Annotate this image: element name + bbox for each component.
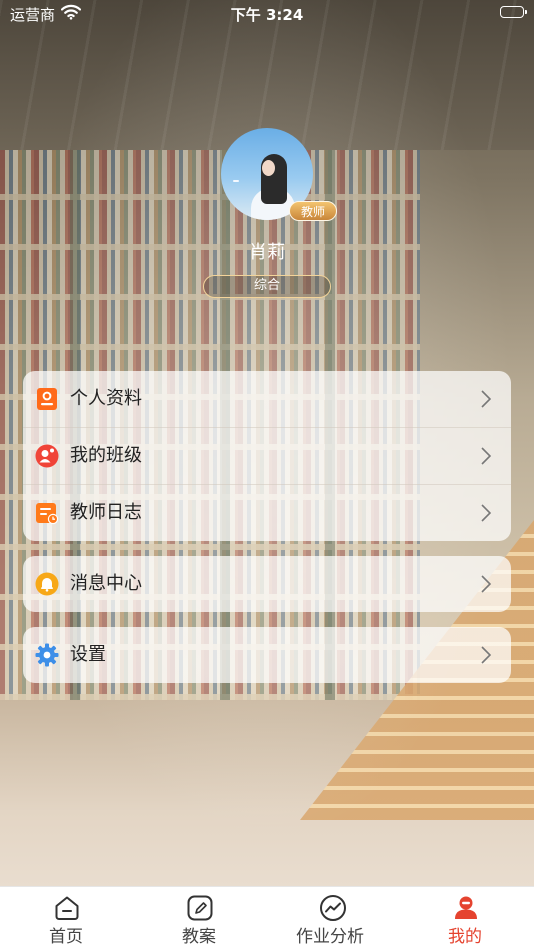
menu-item-settings[interactable]: 设置 [23,627,511,683]
profile-card-icon [35,387,59,411]
bell-icon [35,572,59,596]
menu-card-messages: 消息中心 [23,556,511,612]
home-icon [53,894,81,922]
chevron-right-icon [481,447,492,465]
menu-item-message-center[interactable]: 消息中心 [23,556,511,612]
role-badge: 教师 [289,201,337,221]
status-bar: 运营商 下午 3:24 [0,0,534,28]
tab-mine[interactable]: 我的 [400,887,534,951]
subject-tag: 综合 [203,275,331,298]
gear-icon [35,643,59,667]
menu-item-label: 我的班级 [70,445,142,466]
person-icon [452,894,480,922]
menu-item-label: 教师日志 [70,502,142,523]
menu-item-label: 消息中心 [70,573,142,594]
class-users-icon [35,444,59,468]
tab-label: 首页 [49,927,83,947]
menu-item-label: 设置 [70,644,106,665]
tab-bar: 首页 教案 作业分析 我的 [0,886,534,950]
chevron-right-icon [481,390,492,408]
tab-lesson-plan[interactable]: 教案 [134,887,267,951]
menu-item-teacher-log[interactable]: 教师日志 [23,484,511,541]
chevron-right-icon [481,575,492,593]
tab-homework-analysis[interactable]: 作业分析 [267,887,400,951]
menu-card-account: 个人资料 我的班级 教师日志 [23,371,511,541]
menu-item-my-class[interactable]: 我的班级 [23,427,511,484]
teacher-log-icon [35,501,59,525]
clock: 下午 3:24 [230,6,304,24]
tab-label: 我的 [448,927,482,947]
battery-icon [500,6,527,18]
analysis-icon [319,894,347,922]
user-name: 肖莉 [249,242,285,263]
chevron-right-icon [481,646,492,664]
tab-home[interactable]: 首页 [0,887,134,951]
tab-label: 教案 [182,927,216,947]
menu-card-settings: 设置 [23,627,511,683]
menu-item-label: 个人资料 [70,388,142,409]
tab-label: 作业分析 [296,927,364,947]
chevron-right-icon [481,504,492,522]
lesson-plan-icon [186,894,214,922]
menu-item-profile[interactable]: 个人资料 [23,371,511,427]
